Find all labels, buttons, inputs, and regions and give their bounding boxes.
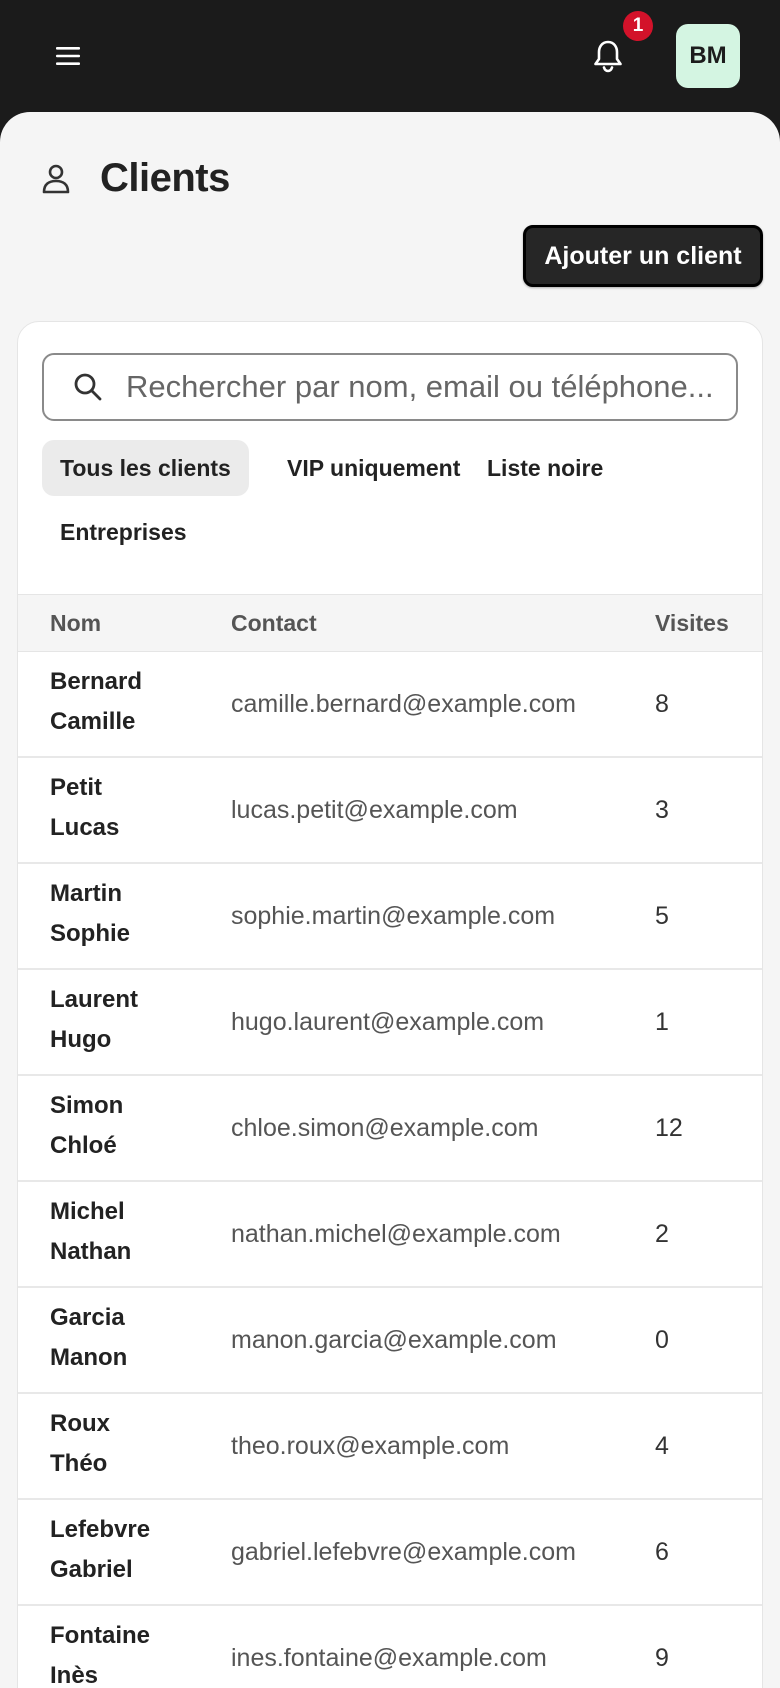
client-name: Michel Nathan — [50, 1192, 210, 1272]
client-first-name: Sophie — [50, 920, 131, 947]
client-email: manon.garcia@example.com — [231, 1325, 557, 1354]
client-last-name: Michel — [50, 1198, 125, 1225]
filter-companies[interactable]: Entreprises — [42, 504, 205, 560]
client-name: Fontaine Inès — [50, 1616, 210, 1688]
client-visits: 0 — [655, 1325, 669, 1354]
table-row[interactable]: Fontaine Inès ines.fontaine@example.com … — [18, 1606, 762, 1688]
table-row[interactable]: Garcia Manon manon.garcia@example.com 0 — [18, 1288, 762, 1394]
filter-vip-only[interactable]: VIP uniquement — [269, 440, 478, 496]
client-last-name: Garcia — [50, 1304, 125, 1331]
client-name: Garcia Manon — [50, 1298, 210, 1378]
client-last-name: Fontaine — [50, 1622, 150, 1649]
client-email: chloe.simon@example.com — [231, 1113, 539, 1142]
client-visits: 1 — [655, 1007, 669, 1036]
client-name: Laurent Hugo — [50, 980, 210, 1060]
client-first-name: Gabriel — [50, 1556, 133, 1583]
client-email: sophie.martin@example.com — [231, 901, 556, 930]
notification-count-badge: 1 — [623, 11, 653, 41]
client-name: Lefebvre Gabriel — [50, 1510, 210, 1590]
filter-blacklist[interactable]: Liste noire — [469, 440, 621, 496]
client-email: nathan.michel@example.com — [231, 1219, 561, 1248]
notifications-button[interactable] — [586, 34, 630, 78]
user-icon — [40, 162, 72, 194]
client-first-name: Hugo — [50, 1026, 112, 1053]
top-bar: 1 BM — [0, 0, 780, 112]
client-visits: 5 — [655, 901, 669, 930]
client-last-name: Martin — [50, 880, 122, 907]
client-name: Petit Lucas — [50, 768, 210, 848]
main-content: Clients Ajouter un client Tous les clien… — [0, 112, 780, 1688]
column-header-contact[interactable]: Contact — [231, 595, 317, 651]
column-header-visits[interactable]: Visites — [655, 595, 729, 651]
hamburger-menu-icon — [56, 47, 80, 65]
clients-card: Tous les clients VIP uniquement Liste no… — [17, 321, 763, 1688]
client-name: Martin Sophie — [50, 874, 210, 954]
client-visits: 3 — [655, 795, 669, 824]
client-name: Roux Théo — [50, 1404, 210, 1484]
client-first-name: Camille — [50, 708, 136, 735]
client-email: gabriel.lefebvre@example.com — [231, 1537, 576, 1566]
menu-button[interactable] — [48, 36, 88, 76]
client-email: hugo.laurent@example.com — [231, 1007, 545, 1036]
table-row[interactable]: Bernard Camille camille.bernard@example.… — [18, 652, 762, 758]
client-visits: 2 — [655, 1219, 669, 1248]
table-row[interactable]: Petit Lucas lucas.petit@example.com 3 — [18, 758, 762, 864]
column-header-name[interactable]: Nom — [50, 595, 101, 651]
client-last-name: Laurent — [50, 986, 139, 1013]
table-row[interactable]: Simon Chloé chloe.simon@example.com 12 — [18, 1076, 762, 1182]
client-last-name: Lefebvre — [50, 1516, 151, 1543]
client-first-name: Nathan — [50, 1238, 132, 1265]
client-last-name: Simon — [50, 1092, 124, 1119]
client-name: Bernard Camille — [50, 662, 210, 742]
client-email: lucas.petit@example.com — [231, 795, 518, 824]
search-box[interactable] — [42, 353, 738, 421]
client-first-name: Lucas — [50, 814, 120, 841]
client-first-name: Chloé — [50, 1132, 117, 1159]
table-header: Nom Contact Visites — [18, 594, 762, 652]
client-first-name: Inès — [50, 1662, 99, 1688]
bell-icon — [594, 40, 622, 73]
add-client-button[interactable]: Ajouter un client — [523, 225, 763, 287]
table-row[interactable]: Roux Théo theo.roux@example.com 4 — [18, 1394, 762, 1500]
table-row[interactable]: Martin Sophie sophie.martin@example.com … — [18, 864, 762, 970]
client-visits: 9 — [655, 1643, 669, 1672]
client-last-name: Roux — [50, 1410, 110, 1437]
client-name: Simon Chloé — [50, 1086, 210, 1166]
page-title: Clients — [100, 155, 230, 200]
client-first-name: Manon — [50, 1344, 128, 1371]
search-input[interactable] — [126, 369, 716, 405]
search-icon — [72, 371, 104, 403]
client-visits: 6 — [655, 1537, 669, 1566]
client-email: camille.bernard@example.com — [231, 689, 576, 718]
client-email: ines.fontaine@example.com — [231, 1643, 547, 1672]
page-header: Clients — [40, 148, 230, 208]
client-email: theo.roux@example.com — [231, 1431, 510, 1460]
user-avatar[interactable]: BM — [676, 24, 740, 88]
client-visits: 8 — [655, 689, 669, 718]
filter-all-clients[interactable]: Tous les clients — [42, 440, 249, 496]
client-visits: 4 — [655, 1431, 669, 1460]
client-last-name: Bernard — [50, 668, 143, 695]
table-row[interactable]: Laurent Hugo hugo.laurent@example.com 1 — [18, 970, 762, 1076]
client-visits: 12 — [655, 1113, 683, 1142]
client-last-name: Petit — [50, 774, 103, 801]
table-row[interactable]: Lefebvre Gabriel gabriel.lefebvre@exampl… — [18, 1500, 762, 1606]
client-first-name: Théo — [50, 1450, 108, 1477]
table-row[interactable]: Michel Nathan nathan.michel@example.com … — [18, 1182, 762, 1288]
